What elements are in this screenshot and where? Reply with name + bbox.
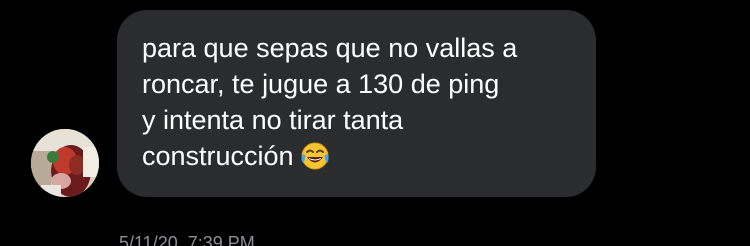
sender-avatar[interactable] xyxy=(31,129,99,197)
message-line-4-text: construcción xyxy=(142,141,294,171)
message-line-4: construcción xyxy=(142,138,574,180)
message-line-2: roncar, te jugue a 130 de ping xyxy=(142,69,500,99)
message-bubble[interactable]: para que sepas que no vallas a roncar, t… xyxy=(117,10,596,197)
message-timestamp: 5/11/20, 7:39 PM xyxy=(119,233,255,246)
message-line-1: para que sepas que no vallas a xyxy=(142,33,518,63)
tears-of-joy-emoji-icon xyxy=(300,141,330,180)
message-line-3: y intenta no tirar tanta xyxy=(142,105,404,135)
avatar-photo xyxy=(31,129,99,197)
